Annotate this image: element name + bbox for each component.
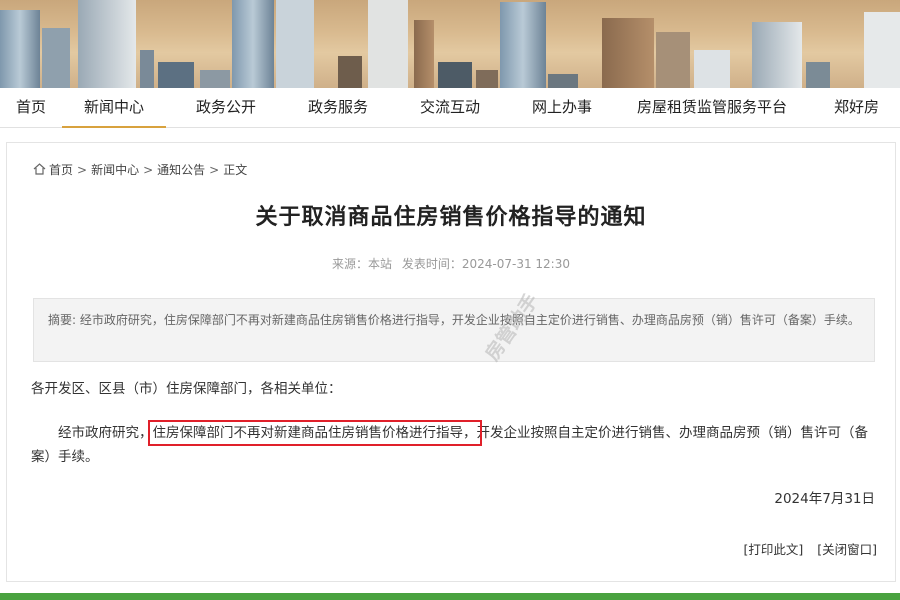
- article-source: 来源：本站: [332, 257, 393, 271]
- breadcrumb-home[interactable]: 首页: [49, 163, 73, 177]
- footer-bar: [0, 593, 900, 600]
- article-summary: 摘要: 经市政府研究，住房保障部门不再对新建商品住房销售价格进行指导，开发企业按…: [33, 298, 875, 362]
- breadcrumb-separator: >: [143, 163, 154, 177]
- nav-item-news-center[interactable]: 新闻中心: [61, 88, 167, 128]
- breadcrumb-notices[interactable]: 通知公告: [157, 163, 205, 177]
- nav-item-zhenghaofang[interactable]: 郑好房: [834, 88, 879, 128]
- nav-item-rental-platform[interactable]: 房屋租赁监管服务平台: [637, 88, 787, 128]
- city-skyline-image: [0, 0, 900, 88]
- breadcrumb-separator: >: [77, 163, 88, 177]
- article-greeting: 各开发区、区县（市）住房保障部门，各相关单位：: [31, 381, 342, 397]
- nav-item-government-affairs[interactable]: 政务公开: [196, 88, 256, 128]
- breadcrumb-separator: >: [209, 163, 220, 177]
- article-meta: 来源：本站 发表时间：2024-07-31 12:30: [7, 255, 895, 272]
- breadcrumb-news-center[interactable]: 新闻中心: [91, 163, 139, 177]
- article-paragraph: 经市政府研究，住房保障部门不再对新建商品住房销售价格进行指导，开发企业按照自主定…: [31, 420, 879, 469]
- article-actions: [打印此文] [关闭窗口]: [733, 539, 877, 558]
- nav-item-government-services[interactable]: 政务服务: [308, 88, 368, 128]
- print-link[interactable]: [打印此文]: [743, 542, 803, 557]
- nav-item-home[interactable]: 首页: [16, 88, 46, 128]
- article-date: 2024年7月31日: [774, 491, 875, 507]
- breadcrumb: 首页 > 新闻中心 > 通知公告 > 正文: [33, 161, 247, 178]
- main-nav: 首页 新闻中心 政务公开 政务服务 交流互动 网上办事 房屋租赁监管服务平台 郑…: [0, 88, 900, 128]
- article-title: 关于取消商品住房销售价格指导的通知: [255, 205, 647, 230]
- home-icon: [33, 163, 46, 175]
- paragraph-text: 经市政府研究，: [58, 425, 153, 441]
- nav-item-online-services[interactable]: 网上办事: [532, 88, 592, 128]
- header-banner: [0, 0, 900, 88]
- article-publish-time: 发表时间：2024-07-31 12:30: [401, 257, 570, 271]
- article-panel: 首页 > 新闻中心 > 通知公告 > 正文 关于取消商品住房销售价格指导的通知 来源：本站 …: [6, 142, 896, 582]
- close-window-link[interactable]: [关闭窗口]: [817, 542, 877, 557]
- nav-item-interaction[interactable]: 交流互动: [420, 88, 480, 128]
- highlighted-text: 住房保障部门不再对新建商品住房销售价格进行指导，: [147, 420, 482, 446]
- breadcrumb-current: 正文: [223, 163, 248, 177]
